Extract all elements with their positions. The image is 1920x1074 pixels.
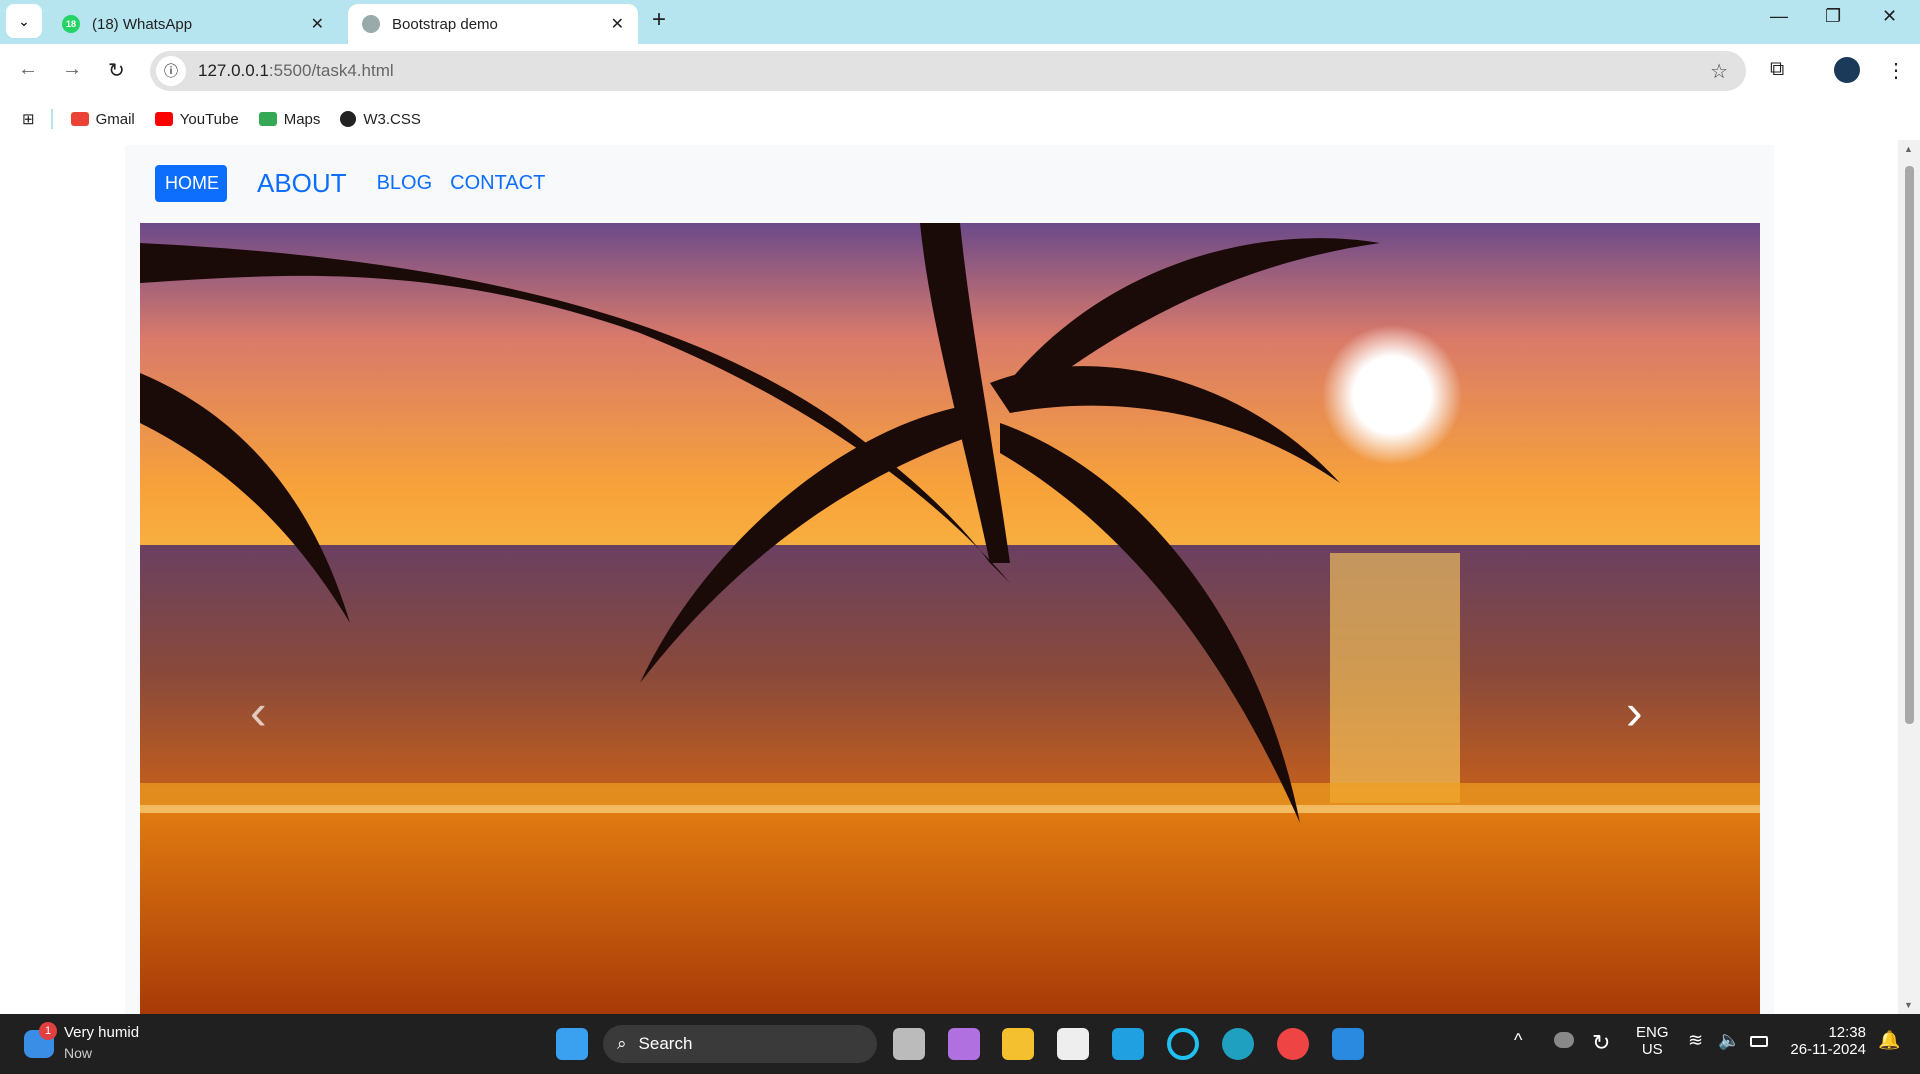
taskbar: 1 Very humid Now ⌕ Search ^ ↻ ENG US ≋ 🔈 1…	[0, 1014, 1920, 1074]
bookmark-label: Gmail	[95, 110, 135, 128]
tab-search-button[interactable]: ⌄	[6, 4, 42, 38]
clock[interactable]: 12:38 26-11-2024	[1786, 1024, 1866, 1058]
extensions-icon[interactable]: ⧉	[1770, 58, 1784, 81]
onedrive-error-icon[interactable]	[1554, 1032, 1574, 1048]
search-placeholder: Search	[638, 1034, 693, 1053]
bookmark-youtube[interactable]: YouTube	[154, 110, 239, 128]
cortana-icon[interactable]	[1167, 1028, 1199, 1060]
search-icon: ⌕	[617, 1034, 627, 1053]
vscode-icon[interactable]	[1332, 1028, 1364, 1060]
close-window-button[interactable]: ✕	[1882, 6, 1897, 27]
minimize-button[interactable]: —	[1770, 6, 1788, 27]
apps-icon[interactable]: ⊞	[22, 110, 35, 128]
lang-code: ENG	[1636, 1024, 1669, 1041]
carousel-next-icon[interactable]: ›	[1626, 683, 1643, 741]
volume-icon[interactable]: 🔈	[1718, 1030, 1740, 1051]
back-icon[interactable]: ←	[18, 58, 38, 81]
carousel-image-sunset-beach	[140, 223, 1760, 1014]
weather-sub: Now	[64, 1045, 93, 1061]
youtube-icon	[154, 112, 173, 126]
address-bar[interactable]: ⓘ 127.0.0.1:5500/task4.html ☆	[150, 51, 1746, 91]
start-icon[interactable]	[556, 1028, 588, 1060]
tab-title: (18) WhatsApp	[92, 15, 193, 33]
url-text[interactable]: 127.0.0.1:5500/task4.html	[198, 61, 394, 81]
tab-bootstrap-demo[interactable]: Bootstrap demo ✕	[348, 4, 638, 44]
search-box[interactable]: ⌕ Search	[603, 1025, 877, 1063]
nav-about[interactable]: ABOUT	[257, 168, 347, 199]
tab-title: Bootstrap demo	[392, 15, 498, 33]
close-tab-icon[interactable]: ✕	[611, 14, 624, 34]
scrollbar[interactable]: ▲ ▼	[1898, 140, 1920, 1014]
wifi-icon[interactable]: ≋	[1688, 1030, 1703, 1051]
globe-icon	[362, 15, 380, 33]
toolbar: ← → ↻ ⓘ 127.0.0.1:5500/task4.html ☆ ⧉ ⋮	[0, 44, 1920, 98]
copilot-icon[interactable]	[948, 1028, 980, 1060]
scroll-down-icon[interactable]: ▼	[1904, 1000, 1913, 1010]
chrome-icon[interactable]	[1277, 1028, 1309, 1060]
tab-whatsapp[interactable]: 18 (18) WhatsApp ✕	[48, 4, 338, 44]
nav-home[interactable]: HOME	[155, 165, 227, 202]
edge-icon[interactable]	[1222, 1028, 1254, 1060]
whatsapp-icon: 18	[62, 15, 80, 33]
notification-badge: 1	[39, 1022, 57, 1040]
url-host: 127.0.0.1	[198, 61, 269, 80]
carousel: ‹ ›	[140, 223, 1760, 1014]
chevron-up-icon[interactable]: ^	[1514, 1030, 1522, 1051]
battery-icon[interactable]	[1750, 1036, 1768, 1047]
file-explorer-icon[interactable]	[1002, 1028, 1034, 1060]
close-tab-icon[interactable]: ✕	[311, 14, 324, 34]
nav-blog[interactable]: BLOG	[377, 172, 433, 195]
date: 26-11-2024	[1790, 1041, 1866, 1058]
notifications-bell-icon[interactable]: 🔔	[1878, 1030, 1900, 1051]
tab-strip: ⌄ 18 (18) WhatsApp ✕ Bootstrap demo ✕ + …	[0, 0, 1920, 44]
scroll-up-icon[interactable]: ▲	[1904, 144, 1913, 154]
region-code: US	[1641, 1041, 1663, 1058]
task-view-icon[interactable]	[893, 1028, 925, 1060]
bookmarks-bar: ⊞ Gmail YouTube Maps W3.CSS	[0, 98, 1920, 140]
navbar: HOME ABOUT BLOG CONTACT	[155, 165, 545, 202]
time: 12:38	[1828, 1024, 1866, 1041]
bookmark-label: W3.CSS	[363, 110, 421, 128]
maps-icon	[258, 112, 277, 126]
restore-button[interactable]: ❐	[1825, 6, 1841, 27]
scrollbar-thumb[interactable]	[1905, 166, 1914, 724]
site-info-icon[interactable]: ⓘ	[156, 56, 186, 86]
profile-avatar[interactable]	[1834, 57, 1860, 83]
carousel-prev-icon[interactable]: ‹	[250, 683, 267, 741]
bookmark-w3css[interactable]: W3.CSS	[340, 111, 421, 128]
bookmark-gmail[interactable]: Gmail	[70, 110, 135, 128]
reload-icon[interactable]: ↻	[108, 58, 125, 83]
divider	[50, 109, 53, 129]
new-tab-button[interactable]: +	[652, 6, 666, 34]
nav-contact[interactable]: CONTACT	[450, 172, 545, 195]
bookmark-star-icon[interactable]: ☆	[1710, 59, 1728, 84]
bookmark-label: Maps	[283, 110, 321, 128]
bookmark-maps[interactable]: Maps	[258, 110, 321, 128]
forward-icon[interactable]: →	[62, 58, 82, 81]
gmail-icon	[70, 112, 89, 126]
l-app-icon[interactable]	[1112, 1028, 1144, 1060]
globe-icon	[340, 111, 357, 127]
weather-title[interactable]: Very humid	[64, 1024, 139, 1041]
sync-icon[interactable]: ↻	[1592, 1030, 1610, 1056]
store-icon[interactable]	[1057, 1028, 1089, 1060]
bookmark-label: YouTube	[179, 110, 239, 128]
language-indicator[interactable]: ENG US	[1636, 1024, 1669, 1058]
url-path: :5500/task4.html	[268, 61, 394, 80]
menu-icon[interactable]: ⋮	[1886, 58, 1906, 83]
